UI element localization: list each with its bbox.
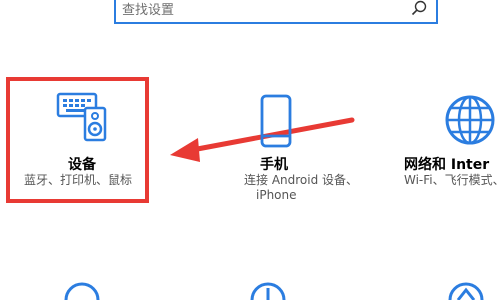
phone-icon bbox=[260, 94, 292, 148]
tile-network[interactable]: 网络和 Inter Wi-Fi、飞行模式、 bbox=[392, 80, 500, 200]
tile-phone[interactable]: 手机 连接 Android 设备、 iPhone bbox=[238, 80, 358, 202]
bottom-right-icon bbox=[448, 282, 484, 300]
bottom-middle-icon bbox=[250, 282, 286, 300]
bottom-left-icon bbox=[64, 282, 100, 300]
globe-icon bbox=[445, 95, 495, 145]
tile-description: iPhone bbox=[256, 188, 297, 202]
tile-description: Wi-Fi、飞行模式、 bbox=[404, 173, 500, 187]
tile-title: 网络和 Inter bbox=[404, 157, 490, 173]
tile-title: 手机 bbox=[260, 157, 288, 173]
